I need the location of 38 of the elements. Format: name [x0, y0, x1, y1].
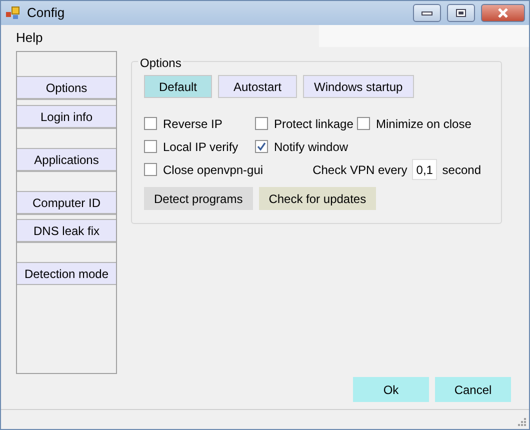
close-icon: [496, 8, 510, 18]
checkbox-label: Protect linkage: [274, 116, 354, 132]
checkbox-label: Notify window: [274, 138, 348, 156]
minimize-button[interactable]: [413, 4, 441, 22]
dialog-button[interactable]: Cancel: [435, 377, 511, 402]
mode-button[interactable]: Default: [144, 75, 212, 98]
checkbox[interactable]: [255, 117, 268, 130]
checkbox-label: Reverse IP: [163, 116, 222, 132]
resize-grip-icon[interactable]: [517, 417, 527, 427]
interval-label: Check VPN every: [312, 162, 408, 178]
maximize-button[interactable]: [447, 4, 475, 22]
checkbox-label: Local IP verify: [163, 138, 238, 156]
app-icon: [5, 6, 21, 20]
window-title: Config: [27, 4, 66, 22]
checkbox-label: Minimize on close: [376, 116, 472, 132]
mode-button[interactable]: Windows startup: [303, 75, 414, 98]
sidebar-item[interactable]: Options: [17, 76, 116, 99]
checkbox[interactable]: [144, 117, 157, 130]
sidebar-item[interactable]: Detection mode: [17, 262, 116, 285]
checkbox-label: Close openvpn-gui: [163, 162, 264, 178]
sidebar-item[interactable]: DNS leak fix: [17, 219, 116, 242]
checkbox[interactable]: [255, 140, 268, 153]
unit-label: second: [442, 162, 481, 178]
sidebar-item[interactable]: Applications: [17, 148, 116, 171]
checkmark-icon: [257, 142, 266, 151]
minimize-icon: [421, 10, 433, 16]
checkbox[interactable]: [357, 117, 370, 130]
close-button[interactable]: [481, 4, 525, 22]
checkbox[interactable]: [144, 140, 157, 153]
checkbox[interactable]: [144, 163, 157, 176]
action-button[interactable]: Check for updates: [258, 187, 376, 210]
sidebar-item[interactable]: Computer ID: [17, 191, 116, 214]
maximize-icon: [455, 8, 467, 18]
sidebar-item[interactable]: Login info: [17, 105, 116, 128]
mode-button[interactable]: Autostart: [218, 75, 297, 98]
interval-field[interactable]: 0,1: [412, 159, 438, 180]
action-button[interactable]: Detect programs: [144, 187, 253, 210]
dialog-button[interactable]: Ok: [353, 377, 429, 402]
